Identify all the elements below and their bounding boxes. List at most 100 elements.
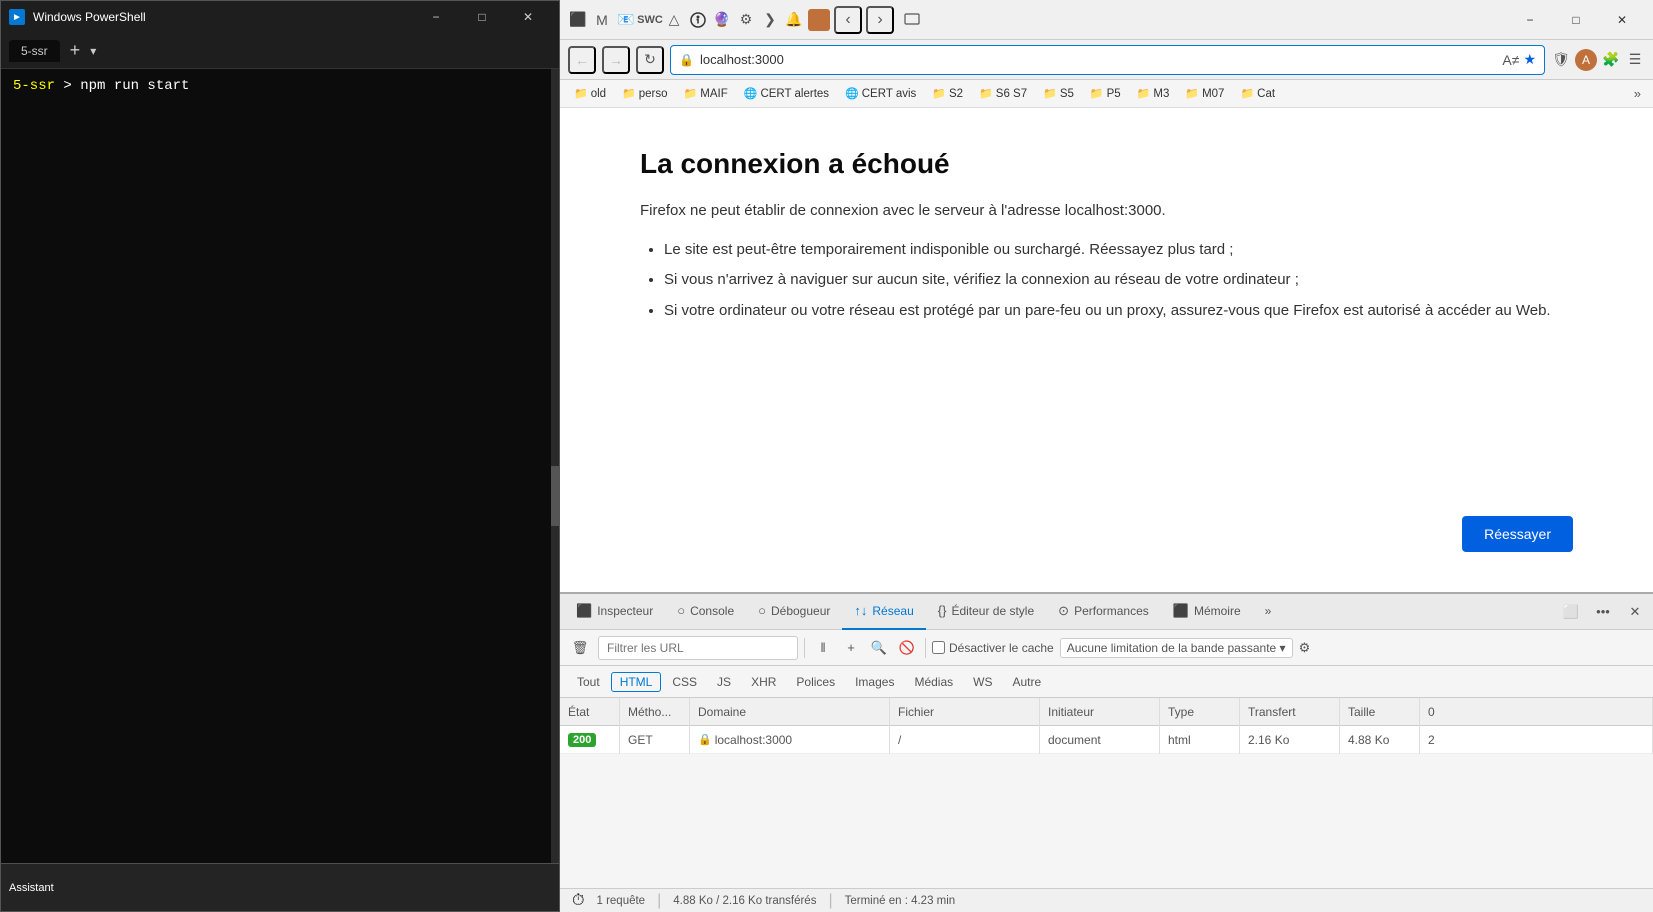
ff-style-icon: {} bbox=[938, 603, 947, 618]
ff-bookmark-s5[interactable]: 📁 S5 bbox=[1037, 85, 1080, 102]
ff-bookmark-maif[interactable]: 📁 MAIF bbox=[678, 85, 734, 102]
ff-bookmark-cat-label: Cat bbox=[1257, 88, 1275, 100]
ff-disable-cache-checkbox[interactable]: Désactiver le cache bbox=[932, 641, 1054, 655]
ff-ext-icon-5[interactable]: △ bbox=[664, 10, 684, 30]
ff-maximize-button[interactable]: □ bbox=[1553, 0, 1599, 40]
ff-record-button[interactable]: + bbox=[839, 636, 863, 660]
ps-new-tab-button[interactable]: + bbox=[64, 40, 87, 61]
ff-ext-icon-9[interactable]: ❯ bbox=[760, 10, 780, 30]
ff-address-bar[interactable]: 🔒 localhost:3000 A≠ ★ bbox=[670, 45, 1545, 75]
ff-retry-button[interactable]: Réessayer bbox=[1462, 516, 1573, 552]
ff-filter-tab-autre[interactable]: Autre bbox=[1003, 672, 1050, 692]
ff-ext-icon-2[interactable]: M bbox=[592, 10, 612, 30]
ff-filter-tab-xhr[interactable]: XHR bbox=[742, 672, 785, 692]
ff-bookmark-cert-avis[interactable]: 🌐 CERT avis bbox=[839, 85, 922, 102]
ff-devtools-dock-button[interactable]: ⬜ bbox=[1557, 598, 1585, 626]
ff-block-button[interactable]: 🚫 bbox=[895, 636, 919, 660]
ff-bookmark-cat[interactable]: 📁 Cat bbox=[1234, 85, 1281, 102]
ff-ext-icon-10[interactable]: 🔔 bbox=[784, 10, 804, 30]
ff-devtools-tab-inspector[interactable]: ⬛ Inspecteur bbox=[564, 594, 665, 630]
ff-navbar: ← → ↻ 🔒 localhost:3000 A≠ ★ 🛡 A 🧩 ☰ bbox=[560, 40, 1653, 80]
ff-status-requests: 1 requête bbox=[596, 895, 645, 907]
ff-reload-button[interactable]: ↻ bbox=[636, 46, 664, 74]
ff-filter-url-input[interactable] bbox=[598, 636, 798, 660]
ff-bookmark-s2[interactable]: 📁 S2 bbox=[926, 85, 969, 102]
ff-devtools-tab-style[interactable]: {} Éditeur de style bbox=[926, 594, 1046, 630]
ff-bookmark-p5[interactable]: 📁 P5 bbox=[1084, 85, 1127, 102]
ff-network-settings-button[interactable]: ⚙ bbox=[1299, 640, 1311, 656]
ff-bookmark-s6s7[interactable]: 📁 S6 S7 bbox=[973, 85, 1033, 102]
ff-bookmark-old[interactable]: 📁 old bbox=[568, 85, 612, 102]
ff-col-type: Type bbox=[1160, 698, 1240, 726]
ff-minimize-button[interactable]: − bbox=[1507, 0, 1553, 40]
ps-tab-dropdown-button[interactable]: ▾ bbox=[90, 44, 96, 58]
ps-scrollbar[interactable] bbox=[551, 69, 559, 863]
ff-filter-tab-js[interactable]: JS bbox=[708, 672, 740, 692]
ff-bookmark-folder-icon: 📁 bbox=[574, 87, 588, 100]
ff-ext-icon-8[interactable]: ⚙ bbox=[736, 10, 756, 30]
ff-clear-requests-button[interactable]: 🗑 bbox=[568, 636, 592, 660]
ff-devtools-tab-performance[interactable]: ⊙ Performances bbox=[1046, 594, 1161, 630]
ff-devtools-tab-network[interactable]: ↑↓ Réseau bbox=[842, 594, 925, 630]
ps-terminal-content[interactable]: 5-ssr > npm run start bbox=[1, 69, 559, 863]
ff-back-nav-button[interactable]: ‹ bbox=[834, 6, 862, 34]
ff-account-icon[interactable]: A bbox=[1575, 49, 1597, 71]
ff-status-time: Terminé en : 4.23 min bbox=[845, 895, 956, 907]
ff-row-initiator: document bbox=[1040, 726, 1160, 754]
ff-console-icon: ○ bbox=[677, 603, 685, 618]
ff-close-button[interactable]: ✕ bbox=[1599, 0, 1645, 40]
ff-filter-tab-ws[interactable]: WS bbox=[964, 672, 1001, 692]
ff-forward-nav-button[interactable]: › bbox=[866, 6, 894, 34]
ff-row-method: GET bbox=[620, 726, 690, 754]
ff-devtools-overflow-button[interactable]: ••• bbox=[1589, 598, 1617, 626]
ff-search-button[interactable]: 🔍 bbox=[867, 636, 891, 660]
ff-bandwidth-selector[interactable]: Aucune limitation de la bande passante ▾ bbox=[1060, 638, 1293, 658]
ff-pause-recording-button[interactable]: ‖ bbox=[811, 636, 835, 660]
ff-devtools-close-button[interactable]: ✕ bbox=[1621, 598, 1649, 626]
ff-bookmark-m07[interactable]: 📁 M07 bbox=[1179, 85, 1230, 102]
ff-extensions-icon[interactable]: 🧩 bbox=[1601, 50, 1621, 70]
ps-tab[interactable]: 5-ssr bbox=[9, 40, 60, 62]
ps-minimize-button[interactable]: − bbox=[413, 1, 459, 33]
ff-filter-tab-html[interactable]: HTML bbox=[611, 672, 662, 692]
ff-forward-button[interactable]: → bbox=[602, 46, 630, 74]
ff-disable-cache-input[interactable] bbox=[932, 641, 945, 654]
ff-filter-tab-polices[interactable]: Polices bbox=[787, 672, 844, 692]
ff-ext-icon-3[interactable]: 📧 bbox=[616, 10, 636, 30]
ff-devtools-tab-memory[interactable]: ⬛ Mémoire bbox=[1161, 594, 1253, 630]
ff-devtools-tab-debugger[interactable]: ○ Débogueur bbox=[746, 594, 842, 630]
ff-filter-tab-tout[interactable]: Tout bbox=[568, 672, 609, 692]
ff-filter-tab-images[interactable]: Images bbox=[846, 672, 903, 692]
ff-bookmark-folder-icon-6: 📁 bbox=[1043, 87, 1057, 100]
ps-close-button[interactable]: ✕ bbox=[505, 1, 551, 33]
ps-prompt: 5-ssr bbox=[13, 78, 55, 94]
ff-ext-icon-1[interactable]: ⬛ bbox=[568, 10, 588, 30]
ps-titlebar: ► Windows PowerShell − □ ✕ bbox=[1, 1, 559, 33]
ps-maximize-button[interactable]: □ bbox=[459, 1, 505, 33]
ff-bookmark-cert-alertes[interactable]: 🌐 CERT alertes bbox=[738, 85, 835, 102]
ff-filter-tab-css[interactable]: CSS bbox=[663, 672, 706, 692]
ff-bookmark-m3-label: M3 bbox=[1153, 88, 1169, 100]
ff-filter-tab-medias[interactable]: Médias bbox=[905, 672, 962, 692]
ff-ext-icon-4[interactable]: SWC bbox=[640, 10, 660, 30]
ff-bookmarks-more-button[interactable]: » bbox=[1630, 84, 1645, 103]
ff-translate-icon[interactable]: A≠ bbox=[1502, 52, 1519, 68]
ff-error-description: Firefox ne peut établir de connexion ave… bbox=[640, 200, 1573, 223]
ff-devtools-tab-more[interactable]: » bbox=[1253, 594, 1284, 630]
ff-ext-icon-6[interactable] bbox=[688, 10, 708, 30]
ff-menu-icon[interactable]: ☰ bbox=[1625, 50, 1645, 70]
table-row[interactable]: 200 GET 🔒localhost:3000 / document html … bbox=[560, 726, 1653, 754]
ff-devtools-tab-console[interactable]: ○ Console bbox=[665, 594, 746, 630]
ff-ext-icon-11[interactable] bbox=[808, 9, 830, 31]
ff-bookmark-m3[interactable]: 📁 M3 bbox=[1131, 85, 1176, 102]
ff-bookmark-perso[interactable]: 📁 perso bbox=[616, 85, 673, 102]
ff-bookmark-star-icon[interactable]: ★ bbox=[1523, 51, 1536, 68]
ff-back-button[interactable]: ← bbox=[568, 46, 596, 74]
ff-shield-icon[interactable]: 🛡 bbox=[1551, 50, 1571, 70]
ff-bookmark-maif-label: MAIF bbox=[700, 88, 727, 100]
ff-status-separator-2: | bbox=[828, 892, 832, 910]
ff-row-size: 4.88 Ko bbox=[1340, 726, 1420, 754]
ff-ext-icon-7[interactable]: 🔮 bbox=[712, 10, 732, 30]
ff-bookmark-p5-label: P5 bbox=[1107, 88, 1121, 100]
ff-bookmark-folder-icon-5: 📁 bbox=[979, 87, 993, 100]
